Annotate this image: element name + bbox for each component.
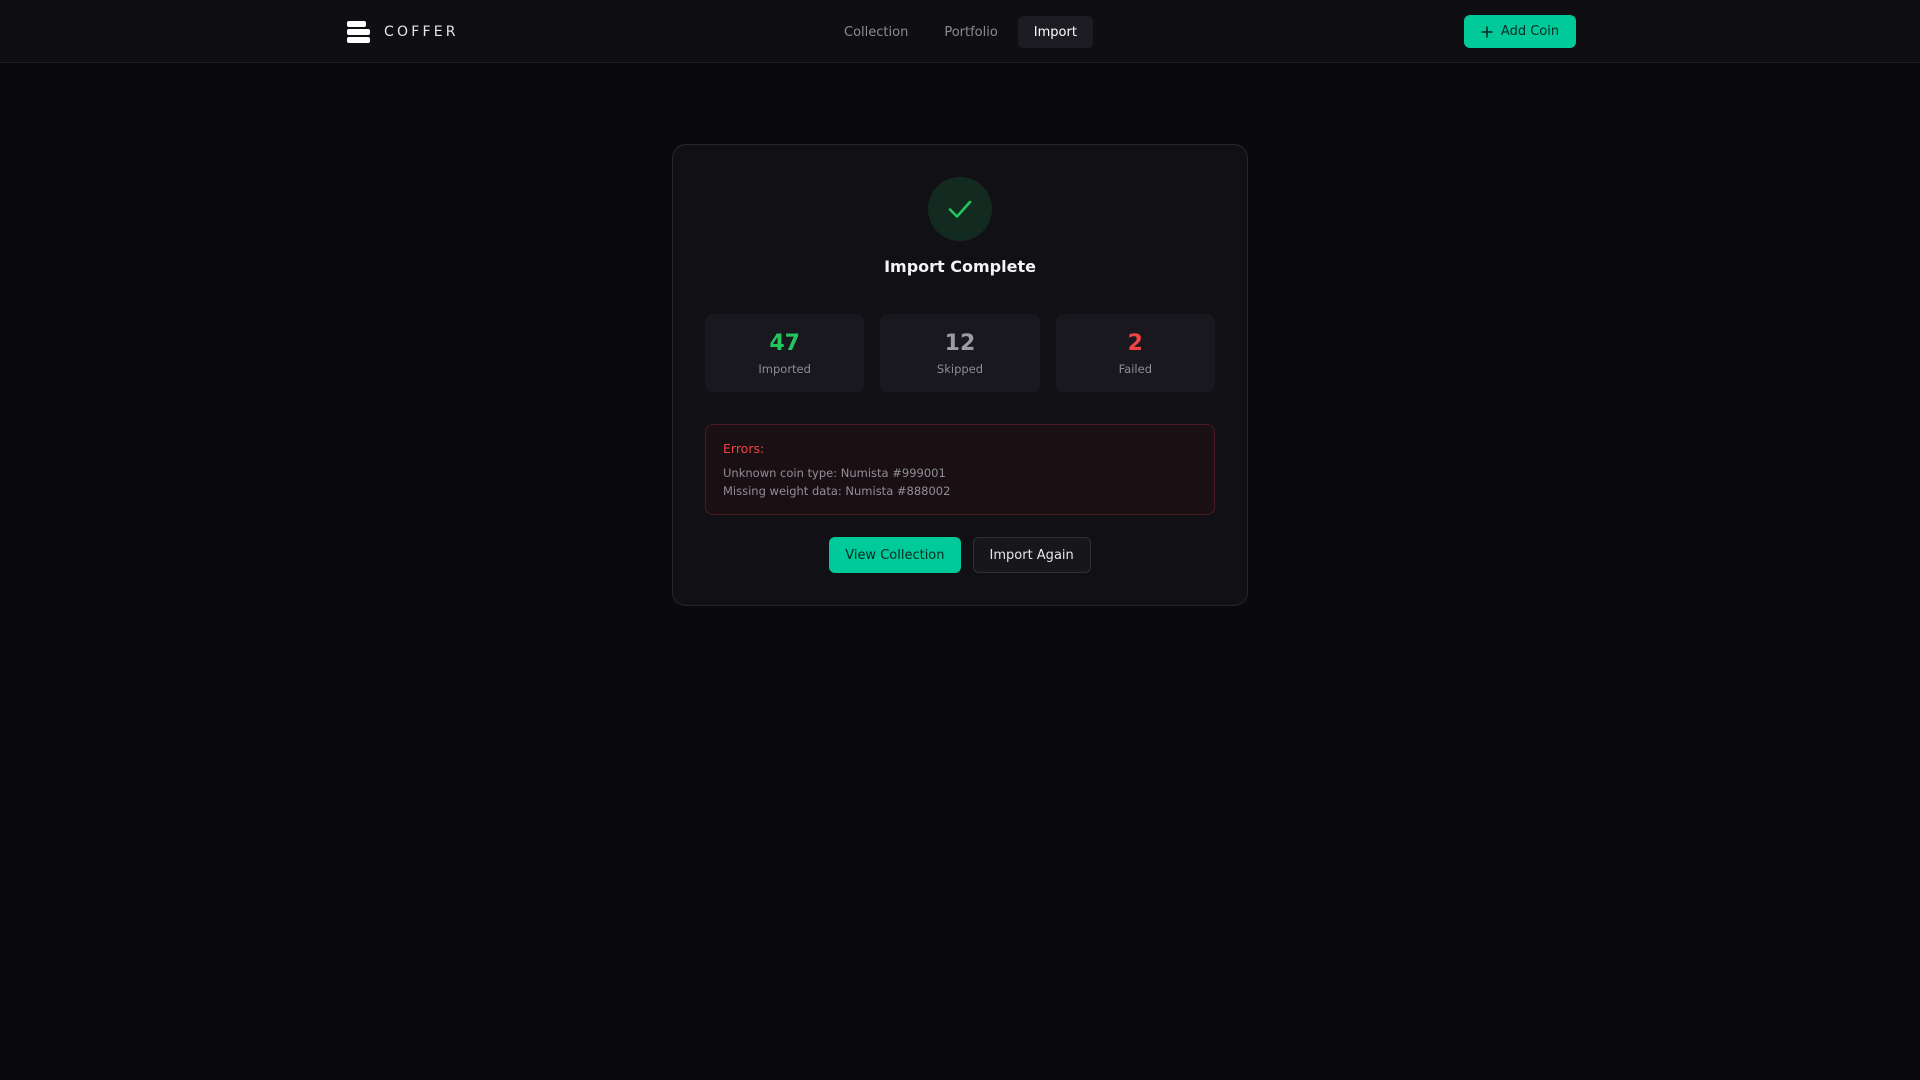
skipped-count: 12 <box>944 330 976 356</box>
coffer-logo-icon <box>347 21 370 43</box>
skipped-label: Skipped <box>936 361 984 376</box>
import-complete-title: Import Complete <box>884 257 1036 276</box>
success-badge <box>928 177 992 241</box>
import-stats: 47 Imported 12 Skipped 2 Failed <box>705 314 1215 392</box>
errors-panel: Errors: Unknown coin type: Numista #9990… <box>705 424 1215 515</box>
import-again-button[interactable]: Import Again <box>972 537 1091 573</box>
imported-count: 47 <box>769 330 800 356</box>
view-collection-button[interactable]: View Collection <box>829 537 961 573</box>
brand[interactable]: COFFER <box>346 20 459 44</box>
stat-skipped: 12 Skipped <box>880 314 1040 392</box>
errors-title: Errors: <box>723 441 765 456</box>
main-nav: Collection Portfolio Import <box>828 16 1093 48</box>
error-item: Missing weight data: Numista #888002 <box>723 484 951 498</box>
plus-icon <box>1481 25 1493 38</box>
error-item: Unknown coin type: Numista #999001 <box>723 466 946 480</box>
result-actions: View Collection Import Again <box>673 537 1247 573</box>
tab-import[interactable]: Import <box>1017 16 1093 48</box>
stat-failed: 2 Failed <box>1055 314 1215 392</box>
tab-collection[interactable]: Collection <box>828 16 924 48</box>
failed-count: 2 <box>1127 330 1143 356</box>
stat-imported: 47 Imported <box>705 314 865 392</box>
tab-portfolio[interactable]: Portfolio <box>928 16 1013 48</box>
add-coin-button[interactable]: Add Coin <box>1464 15 1576 48</box>
imported-label: Imported <box>758 361 811 376</box>
add-coin-label: Add Coin <box>1500 24 1560 39</box>
import-result-card: Import Complete 47 Imported 12 Skipped 2… <box>672 144 1248 606</box>
failed-label: Failed <box>1118 361 1152 376</box>
errors-list: Unknown coin type: Numista #999001 Missi… <box>723 464 1197 500</box>
brand-name: COFFER <box>384 24 459 40</box>
check-icon <box>948 200 972 218</box>
top-navigation-bar: COFFER Collection Portfolio Import Add C… <box>0 0 1920 63</box>
